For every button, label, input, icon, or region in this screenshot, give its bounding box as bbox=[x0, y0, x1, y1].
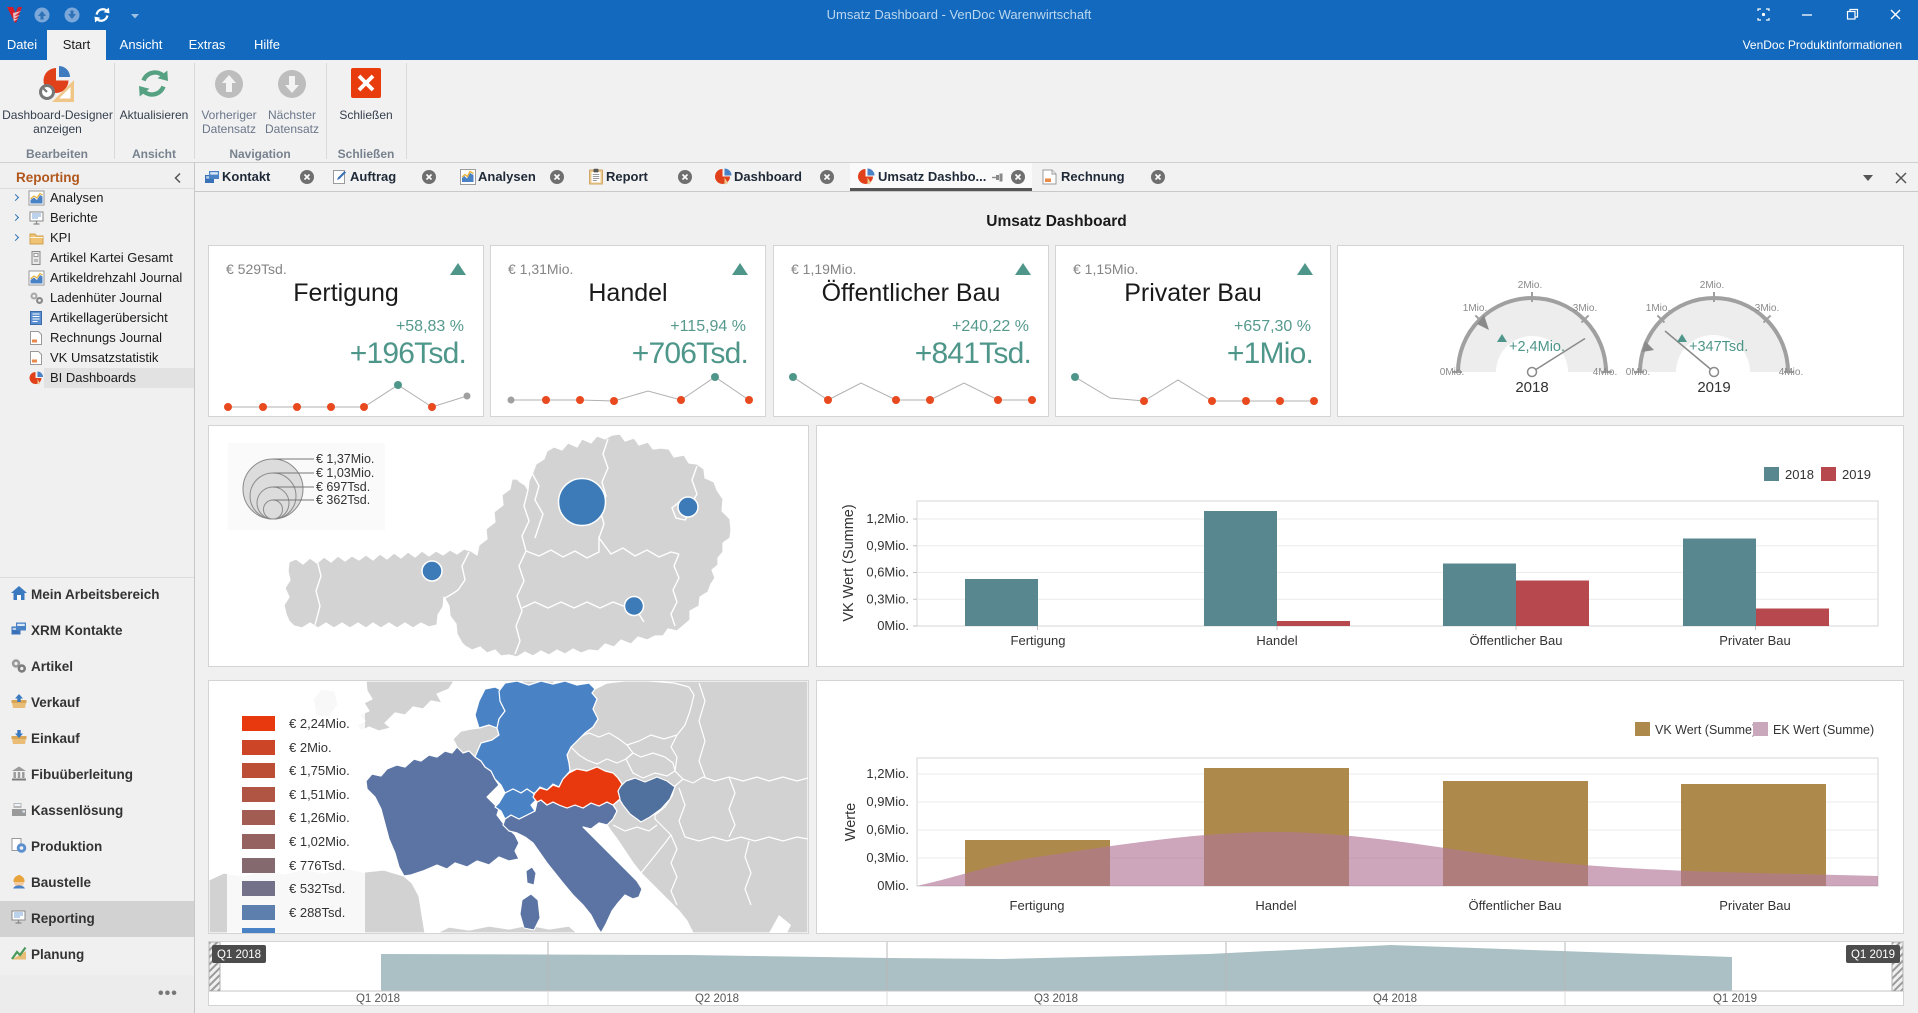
svg-text:0Mio.: 0Mio. bbox=[1626, 367, 1650, 378]
svg-text:Handel: Handel bbox=[1255, 898, 1296, 913]
svg-text:Werte: Werte bbox=[843, 803, 859, 841]
svg-text:Q2 2018: Q2 2018 bbox=[695, 993, 739, 1005]
svg-text:0,6Mio.: 0,6Mio. bbox=[866, 822, 909, 837]
svg-text:Q1 2018: Q1 2018 bbox=[356, 993, 400, 1005]
svg-text:2019: 2019 bbox=[1697, 379, 1730, 396]
svg-text:0,6Mio.: 0,6Mio. bbox=[866, 565, 909, 580]
svg-text:2018: 2018 bbox=[1785, 467, 1814, 482]
svg-text:Q1 2018: Q1 2018 bbox=[217, 949, 261, 961]
svg-text:+2,4Mio.: +2,4Mio. bbox=[1509, 339, 1565, 355]
svg-text:Q3 2018: Q3 2018 bbox=[1034, 993, 1078, 1005]
svg-text:Öffentlicher Bau: Öffentlicher Bau bbox=[1470, 633, 1563, 648]
svg-text:0Mio.: 0Mio. bbox=[877, 618, 909, 633]
svg-text:VK Wert (Summe): VK Wert (Summe) bbox=[841, 504, 857, 621]
svg-text:€ 776Tsd.: € 776Tsd. bbox=[289, 858, 345, 873]
svg-text:3Mio.: 3Mio. bbox=[1755, 303, 1779, 314]
svg-text:1Mio.: 1Mio. bbox=[1463, 303, 1487, 314]
svg-text:0Mio.: 0Mio. bbox=[1440, 367, 1464, 378]
svg-text:1Mio.: 1Mio. bbox=[1646, 303, 1670, 314]
svg-text:0,9Mio.: 0,9Mio. bbox=[866, 538, 909, 553]
svg-text:€ 1,37Mio.: € 1,37Mio. bbox=[316, 452, 374, 466]
svg-text:0,3Mio.: 0,3Mio. bbox=[866, 850, 909, 865]
svg-text:€ 697Tsd.: € 697Tsd. bbox=[316, 480, 370, 494]
svg-text:€ 1,75Mio.: € 1,75Mio. bbox=[289, 763, 350, 778]
svg-text:Q4 2018: Q4 2018 bbox=[1373, 993, 1417, 1005]
svg-text:Q1 2019: Q1 2019 bbox=[1851, 949, 1895, 961]
svg-text:€ 1,03Mio.: € 1,03Mio. bbox=[316, 466, 374, 480]
svg-text:2Mio.: 2Mio. bbox=[1700, 280, 1724, 291]
svg-text:EK Wert (Summe): EK Wert (Summe) bbox=[1773, 723, 1874, 737]
svg-text:0,3Mio.: 0,3Mio. bbox=[866, 591, 909, 606]
svg-text:Fertigung: Fertigung bbox=[1010, 898, 1065, 913]
svg-text:VK Wert (Summe): VK Wert (Summe) bbox=[1655, 723, 1756, 737]
svg-text:€ 362Tsd.: € 362Tsd. bbox=[316, 493, 370, 507]
svg-text:Handel: Handel bbox=[1256, 633, 1297, 648]
svg-text:2019: 2019 bbox=[1842, 467, 1871, 482]
svg-text:Fertigung: Fertigung bbox=[1011, 633, 1066, 648]
svg-text:2018: 2018 bbox=[1515, 379, 1548, 396]
svg-text:€ 1,51Mio.: € 1,51Mio. bbox=[289, 787, 350, 802]
svg-text:€ 2Mio.: € 2Mio. bbox=[289, 740, 332, 755]
svg-text:0,9Mio.: 0,9Mio. bbox=[866, 794, 909, 809]
svg-text:Öffentlicher Bau: Öffentlicher Bau bbox=[1469, 898, 1562, 913]
svg-text:€ 1,26Mio.: € 1,26Mio. bbox=[289, 810, 350, 825]
svg-text:Privater Bau: Privater Bau bbox=[1719, 898, 1791, 913]
svg-text:Q1 2019: Q1 2019 bbox=[1713, 993, 1757, 1005]
svg-text:0Mio.: 0Mio. bbox=[877, 878, 909, 893]
svg-text:€ 1,02Mio.: € 1,02Mio. bbox=[289, 834, 350, 849]
svg-text:4Mio.: 4Mio. bbox=[1779, 367, 1803, 378]
svg-text:+347Tsd.: +347Tsd. bbox=[1689, 339, 1748, 355]
svg-text:€ 2,24Mio.: € 2,24Mio. bbox=[289, 716, 350, 731]
svg-text:3Mio.: 3Mio. bbox=[1573, 303, 1597, 314]
svg-text:€ 288Tsd.: € 288Tsd. bbox=[289, 905, 345, 920]
svg-text:1,2Mio.: 1,2Mio. bbox=[866, 511, 909, 526]
svg-text:Privater Bau: Privater Bau bbox=[1719, 633, 1791, 648]
svg-text:2Mio.: 2Mio. bbox=[1518, 280, 1542, 291]
svg-text:4Mio.: 4Mio. bbox=[1593, 367, 1617, 378]
svg-text:€ 532Tsd.: € 532Tsd. bbox=[289, 881, 345, 896]
svg-text:1,2Mio.: 1,2Mio. bbox=[866, 766, 909, 781]
